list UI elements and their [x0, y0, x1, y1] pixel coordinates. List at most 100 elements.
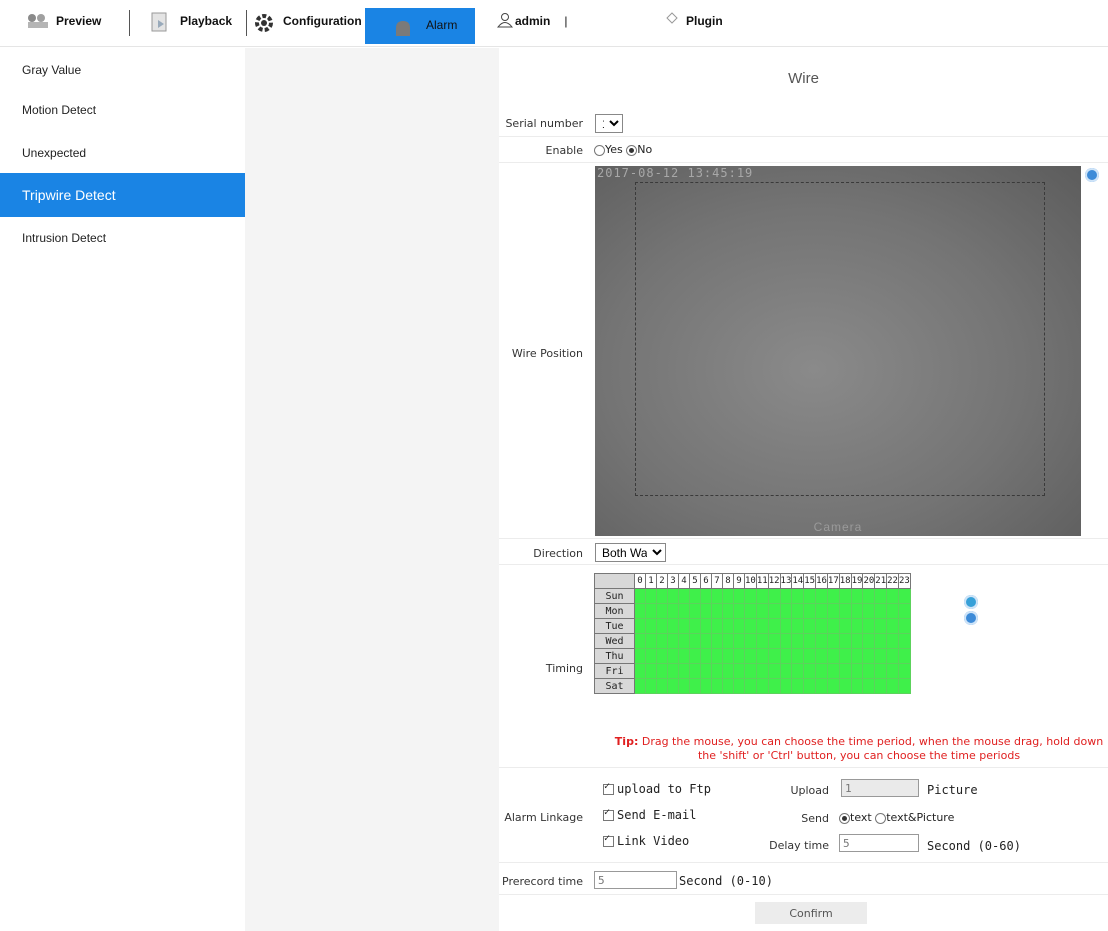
schedule-cell[interactable]: [656, 678, 668, 694]
schedule-cell[interactable]: [667, 588, 679, 604]
upload-count-input[interactable]: [841, 779, 919, 797]
send-email-checkbox[interactable]: [603, 807, 614, 821]
schedule-cell[interactable]: [803, 588, 817, 604]
schedule-cell[interactable]: [862, 633, 876, 649]
schedule-cell[interactable]: [803, 633, 817, 649]
schedule-cell[interactable]: [689, 588, 701, 604]
schedule-cell[interactable]: [886, 633, 899, 649]
schedule-cell[interactable]: [826, 588, 840, 604]
schedule-cell[interactable]: [826, 663, 840, 679]
schedule-cell[interactable]: [689, 678, 701, 694]
schedule-cell[interactable]: [838, 663, 852, 679]
schedule-cell[interactable]: [850, 678, 864, 694]
schedule-cell[interactable]: [678, 618, 690, 634]
schedule-cell[interactable]: [791, 663, 805, 679]
schedule-cell[interactable]: [838, 588, 852, 604]
schedule-cell[interactable]: [722, 588, 734, 604]
nav-playback[interactable]: Playback: [150, 6, 232, 36]
schedule-cell[interactable]: [733, 663, 745, 679]
schedule-cell[interactable]: [755, 618, 769, 634]
schedule-cell[interactable]: [700, 633, 712, 649]
schedule-cell[interactable]: [803, 603, 817, 619]
schedule-cell[interactable]: [634, 588, 646, 604]
enable-no-radio[interactable]: [626, 144, 638, 156]
schedule-cell[interactable]: [767, 663, 781, 679]
schedule-cell[interactable]: [826, 648, 840, 664]
schedule-cell[interactable]: [779, 588, 793, 604]
schedule-cell[interactable]: [874, 663, 888, 679]
schedule-cell[interactable]: [862, 648, 876, 664]
schedule-cell[interactable]: [634, 678, 646, 694]
schedule-cell[interactable]: [815, 618, 828, 634]
confirm-button[interactable]: Confirm: [755, 902, 867, 924]
schedule-cell[interactable]: [634, 603, 646, 619]
schedule-cell[interactable]: [656, 588, 668, 604]
schedule-cell[interactable]: [656, 603, 668, 619]
schedule-cell[interactable]: [815, 633, 828, 649]
schedule-cell[interactable]: [744, 603, 757, 619]
schedule-cell[interactable]: [667, 663, 679, 679]
schedule-cell[interactable]: [733, 618, 745, 634]
schedule-cell[interactable]: [886, 603, 899, 619]
schedule-cell[interactable]: [700, 618, 712, 634]
schedule-cell[interactable]: [874, 648, 888, 664]
nav-configuration[interactable]: Configuration: [253, 6, 362, 36]
schedule-cell[interactable]: [744, 678, 757, 694]
schedule-cell[interactable]: [779, 648, 793, 664]
nav-preview[interactable]: Preview: [26, 6, 101, 36]
schedule-cell[interactable]: [791, 648, 805, 664]
schedule-cell[interactable]: [815, 603, 828, 619]
schedule-cell[interactable]: [874, 678, 888, 694]
schedule-cell[interactable]: [634, 663, 646, 679]
prerecord-time-input[interactable]: [594, 871, 677, 889]
schedule-cell[interactable]: [711, 603, 723, 619]
schedule-cell[interactable]: [744, 588, 757, 604]
schedule-cell[interactable]: [755, 663, 769, 679]
schedule-cell[interactable]: [744, 618, 757, 634]
send-text-picture-radio[interactable]: [875, 812, 887, 824]
schedule-cell[interactable]: [700, 588, 712, 604]
schedule-cell[interactable]: [755, 603, 769, 619]
schedule-cell[interactable]: [678, 663, 690, 679]
schedule-cell[interactable]: [755, 678, 769, 694]
schedule-cell[interactable]: [711, 618, 723, 634]
link-video-checkbox[interactable]: [603, 833, 614, 847]
delay-time-input[interactable]: [839, 834, 919, 852]
sidebar-item-intrusion-detect[interactable]: Intrusion Detect: [0, 216, 245, 260]
schedule-cell[interactable]: [711, 633, 723, 649]
sidebar-item-unexpected[interactable]: Unexpected: [0, 131, 245, 175]
schedule-cell[interactable]: [733, 648, 745, 664]
schedule-cell[interactable]: [862, 678, 876, 694]
schedule-cell[interactable]: [779, 618, 793, 634]
schedule-cell[interactable]: [689, 663, 701, 679]
schedule-cell[interactable]: [689, 633, 701, 649]
schedule-cell[interactable]: [886, 648, 899, 664]
globe-icon[interactable]: [964, 595, 978, 609]
schedule-cell[interactable]: [733, 588, 745, 604]
schedule-cell[interactable]: [667, 633, 679, 649]
schedule-cell[interactable]: [815, 663, 828, 679]
schedule-cell[interactable]: [755, 588, 769, 604]
schedule-cell[interactable]: [744, 663, 757, 679]
schedule-cell[interactable]: [874, 618, 888, 634]
schedule-cell[interactable]: [838, 603, 852, 619]
schedule-cell[interactable]: [874, 633, 888, 649]
upload-ftp-checkbox[interactable]: [603, 781, 614, 795]
schedule-cell[interactable]: [656, 663, 668, 679]
schedule-cell[interactable]: [862, 618, 876, 634]
schedule-cell[interactable]: [791, 678, 805, 694]
schedule-cell[interactable]: [678, 648, 690, 664]
schedule-cell[interactable]: [645, 633, 657, 649]
schedule-cell[interactable]: [755, 648, 769, 664]
schedule-cell[interactable]: [733, 603, 745, 619]
schedule-cell[interactable]: [826, 618, 840, 634]
schedule-cell[interactable]: [634, 618, 646, 634]
schedule-cell[interactable]: [634, 633, 646, 649]
schedule-cell[interactable]: [803, 618, 817, 634]
enable-yes-radio[interactable]: [594, 144, 605, 156]
schedule-cell[interactable]: [700, 603, 712, 619]
schedule-cell[interactable]: [767, 603, 781, 619]
schedule-cell[interactable]: [874, 603, 888, 619]
schedule-cell[interactable]: [803, 663, 817, 679]
schedule-cell[interactable]: [767, 648, 781, 664]
